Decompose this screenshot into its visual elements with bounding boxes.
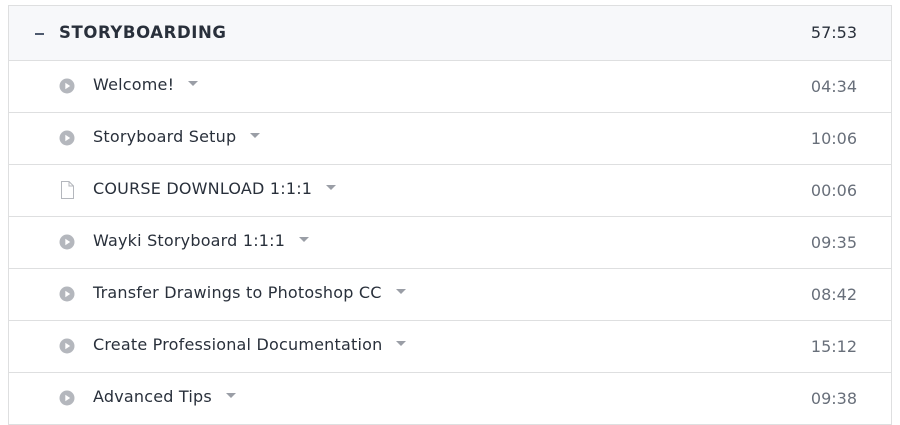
play-circle-icon bbox=[59, 78, 75, 94]
lecture-title-toggle[interactable]: Welcome! bbox=[93, 75, 199, 94]
lecture-duration: 00:06 bbox=[810, 181, 857, 200]
caret-down-icon[interactable] bbox=[326, 185, 337, 190]
lecture-duration: 09:38 bbox=[810, 389, 857, 408]
lecture-duration: 04:34 bbox=[810, 77, 857, 96]
lecture-row[interactable]: COURSE DOWNLOAD 1:1:1 00:06 bbox=[9, 165, 891, 217]
section-header[interactable]: STORYBOARDING 57:53 bbox=[9, 6, 891, 61]
lecture-title-toggle[interactable]: Create Professional Documentation bbox=[93, 335, 407, 354]
lecture-title-toggle[interactable]: COURSE DOWNLOAD 1:1:1 bbox=[93, 179, 337, 198]
curriculum-section: STORYBOARDING 57:53 Welcome! 04:34 Story… bbox=[8, 5, 892, 425]
caret-down-icon[interactable] bbox=[250, 133, 261, 138]
file-icon bbox=[59, 181, 75, 199]
lecture-duration: 10:06 bbox=[810, 129, 857, 148]
lecture-row[interactable]: Welcome! 04:34 bbox=[9, 61, 891, 113]
play-circle-icon bbox=[59, 130, 75, 146]
minus-icon[interactable] bbox=[33, 28, 45, 38]
lecture-duration: 15:12 bbox=[810, 337, 857, 356]
lecture-duration: 08:42 bbox=[810, 285, 857, 304]
lecture-row[interactable]: Create Professional Documentation 15:12 bbox=[9, 321, 891, 373]
caret-down-icon[interactable] bbox=[188, 81, 199, 86]
lecture-title-toggle[interactable]: Transfer Drawings to Photoshop CC bbox=[93, 283, 406, 302]
caret-down-icon[interactable] bbox=[395, 289, 406, 294]
lecture-title[interactable]: Storyboard Setup bbox=[93, 127, 236, 146]
lecture-row[interactable]: Transfer Drawings to Photoshop CC 08:42 bbox=[9, 269, 891, 321]
lecture-row[interactable]: Advanced Tips 09:38 bbox=[9, 373, 891, 425]
lecture-title-toggle[interactable]: Advanced Tips bbox=[93, 387, 236, 406]
lecture-title[interactable]: Welcome! bbox=[93, 75, 174, 94]
lecture-title[interactable]: COURSE DOWNLOAD 1:1:1 bbox=[93, 179, 312, 198]
play-circle-icon bbox=[59, 286, 75, 302]
caret-down-icon[interactable] bbox=[299, 237, 310, 242]
lecture-duration: 09:35 bbox=[810, 233, 857, 252]
lecture-title[interactable]: Transfer Drawings to Photoshop CC bbox=[93, 283, 382, 302]
caret-down-icon[interactable] bbox=[225, 393, 236, 398]
play-circle-icon bbox=[59, 234, 75, 250]
lecture-row[interactable]: Storyboard Setup 10:06 bbox=[9, 113, 891, 165]
lecture-title[interactable]: Create Professional Documentation bbox=[93, 335, 382, 354]
lecture-title-toggle[interactable]: Wayki Storyboard 1:1:1 bbox=[93, 231, 310, 250]
lecture-title-toggle[interactable]: Storyboard Setup bbox=[93, 127, 261, 146]
section-title[interactable]: STORYBOARDING bbox=[59, 23, 227, 42]
lecture-row[interactable]: Wayki Storyboard 1:1:1 09:35 bbox=[9, 217, 891, 269]
play-circle-icon bbox=[59, 338, 75, 354]
section-duration: 57:53 bbox=[810, 23, 857, 42]
play-circle-icon bbox=[59, 390, 75, 406]
lecture-title[interactable]: Advanced Tips bbox=[93, 387, 212, 406]
lecture-title[interactable]: Wayki Storyboard 1:1:1 bbox=[93, 231, 285, 250]
caret-down-icon[interactable] bbox=[396, 341, 407, 346]
